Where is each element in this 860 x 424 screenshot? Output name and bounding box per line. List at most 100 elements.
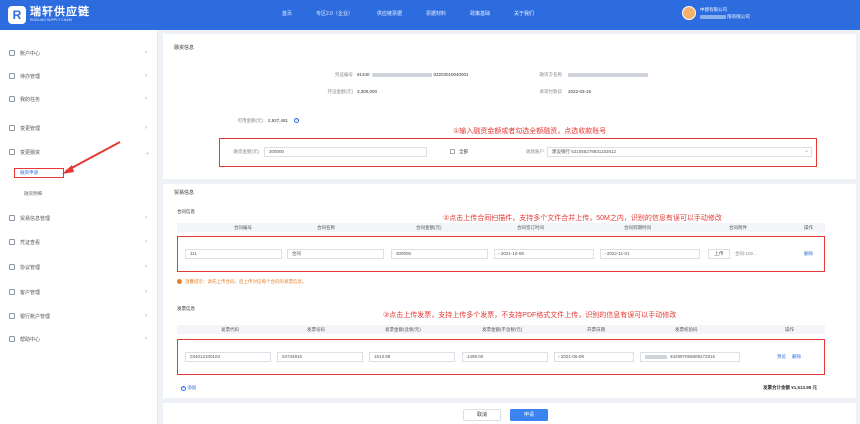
contract-header-no: 合同编号 [234, 225, 252, 230]
invoice-date-input[interactable]: ▫ 2021-06-09 [554, 352, 634, 362]
due-date: 2022-03-15 [568, 89, 592, 94]
nav-about[interactable]: 关于我们 [514, 10, 534, 17]
contract-header-name: 合同名称 [317, 225, 335, 230]
brand-name: 瑞轩供应链 [30, 6, 90, 19]
sidebar-item-help[interactable]: 帮助中心 › [0, 333, 158, 345]
sidebar-item-bank[interactable]: 银行账户管理 › [0, 310, 158, 322]
finance-amount-input[interactable]: 300000 [264, 147, 427, 157]
contract-end-date-input[interactable]: ▫ 2022-11-01 [600, 249, 700, 259]
annotation-arrow-icon [62, 141, 121, 174]
submit-button[interactable]: 申请 [510, 409, 548, 421]
invoice-code-input[interactable]: 034012100104 [185, 352, 271, 362]
contract-info-title: 合同信息 [177, 209, 195, 214]
annotation-step-3: ③点击上传发票，支持上传多个发票，不支持PDF格式文件上传，识别的信息有误可以手… [383, 312, 677, 319]
account-label: 收款账户 [526, 149, 544, 154]
sidebar-item-account[interactable]: 账户中心 › [0, 47, 158, 59]
voucher-icon [9, 239, 15, 245]
annotation-step-1: ①输入融资金额或者勾选全额融资，点选收款账号 [453, 128, 607, 135]
sidebar-item-tasks[interactable]: 我的任务 › [0, 93, 158, 105]
contract-delete-link[interactable]: 删除 [804, 251, 813, 257]
invoice-header-amount-notax: 发票金额(不含税/元) [482, 327, 523, 332]
avatar[interactable] [682, 6, 696, 20]
invoice-amount-tax-input[interactable]: 1513.98 [369, 352, 455, 362]
user-company: 中建有限公司 [700, 7, 727, 12]
sidebar-item-voucher[interactable]: 凭证查看 › [0, 236, 158, 248]
invoice-preview-link[interactable]: 预览 [777, 354, 786, 360]
account-select[interactable]: 建设银行 621055278831182612 [547, 147, 812, 157]
nav-bills[interactable]: 供应链票据 [377, 10, 402, 17]
contract-warning: 温馨提示：请先上传合同，后上传对应每个合同的发票信息。 [185, 279, 307, 284]
invoice-header-date: 开票日期 [587, 327, 605, 332]
sidebar-item-change[interactable]: 变更管理 › [0, 122, 158, 134]
nav-policy[interactable]: 政策基础 [470, 10, 490, 17]
sidebar-item-customer[interactable]: 客户管理 › [0, 286, 158, 298]
invoice-info-title: 发票信息 [177, 306, 195, 311]
help-icon [9, 336, 15, 342]
task-icon [9, 96, 15, 102]
nav-home[interactable]: 首页 [282, 10, 292, 17]
change-icon [9, 125, 15, 131]
plus-icon: + [181, 386, 186, 391]
sidebar-sub-apply[interactable]: 融资申请 [14, 168, 64, 178]
voucher-amount-label: 凭证金额(元) [327, 89, 354, 94]
user-icon [9, 50, 15, 56]
bank-icon [9, 313, 15, 319]
invoice-delete-link[interactable]: 删除 [792, 354, 801, 360]
cancel-button[interactable]: 取消 [463, 409, 501, 421]
top-navigation-bar: R 瑞轩供应链 RUIXUAN SUPPLY CHAIN 首页 专区2.0（企业… [0, 0, 860, 30]
contract-amount-input[interactable]: 300000 [391, 249, 488, 259]
invoice-header-no: 发票号码 [307, 327, 325, 332]
voucher-amount: 3,300,000 [357, 89, 378, 94]
sidebar-item-agreement[interactable]: 协议管理 › [0, 261, 158, 273]
full-amount-checkbox[interactable] [450, 149, 455, 154]
full-amount-label: 全部 [459, 149, 468, 154]
sidebar: 账户中心 › 待办管理 › 我的任务 › 变更管理 › 变更融资 ⌄ 融资申请 融资明细 … [0, 30, 158, 424]
invoice-header-amount-tax: 发票金额(含税/元) [385, 327, 421, 332]
chevron-right-icon: › [145, 336, 147, 342]
brand-logo[interactable]: R 瑞轩供应链 RUIXUAN SUPPLY CHAIN [8, 6, 90, 24]
warning-icon [177, 279, 182, 284]
contract-header-amount: 合同金额(元) [416, 225, 442, 230]
contract-no-input[interactable]: 111 [185, 249, 282, 259]
trade-icon [9, 215, 15, 221]
trade-section-title: 贸易信息 [174, 190, 195, 196]
customer-icon [9, 289, 15, 295]
invoice-total: 发票合计金额 ¥1,513.98 元 [763, 385, 818, 390]
contract-upload-button[interactable]: 上传 [708, 249, 730, 259]
logo-mark-icon: R [8, 6, 26, 24]
issuer-value [568, 72, 648, 77]
contract-header-sign-date: 合同签订时间 [517, 225, 544, 230]
voucher-no: 91340 02203010040001 [357, 72, 469, 77]
brand-subtitle: RUIXUAN SUPPLY CHAIN [30, 18, 73, 23]
todo-icon [9, 73, 15, 79]
chevron-right-icon: › [145, 73, 147, 79]
available-amount-label: 可用金额(元) [237, 118, 264, 123]
chevron-down-icon: ⌄ [145, 149, 151, 156]
chevron-right-icon: › [145, 125, 147, 131]
voucher-no-label: 凭证编号 [335, 72, 353, 77]
available-amount: 2,927,481 [268, 118, 289, 123]
contract-name-input[interactable]: 合同 [287, 249, 384, 259]
chevron-right-icon: › [145, 215, 147, 221]
main-nav: 首页 专区2.0（企业） 供应链票据 票据材料 政策基础 关于我们 [282, 10, 558, 17]
invoice-no-input[interactable]: 04734916 [277, 352, 363, 362]
chevron-right-icon: › [145, 96, 147, 102]
chevron-right-icon: › [145, 239, 147, 245]
help-icon[interactable]: ? [294, 117, 299, 123]
contract-sign-date-input[interactable]: ▫ 2021-10-08 [494, 249, 594, 259]
nav-materials[interactable]: 票据材料 [426, 10, 446, 17]
invoice-check-input[interactable]: 402997058809272916 [640, 352, 740, 362]
add-invoice-button[interactable]: + 添加 [181, 385, 196, 391]
main-content: 融资信息 凭证编号 91340 02203010040001 融资方名称 凭证金额… [163, 34, 856, 424]
sidebar-sub-detail[interactable]: 融资明细 [24, 191, 42, 197]
invoice-amount-notax-input[interactable]: 1499.00 [462, 352, 548, 362]
chevron-right-icon: › [145, 264, 147, 270]
user-company-suffix: 限有限公司 [727, 14, 750, 19]
issuer-label: 融资方名称 [539, 72, 563, 77]
contract-attachment-file[interactable]: 合同-102... [735, 251, 757, 257]
nav-zone[interactable]: 专区2.0（企业） [316, 10, 353, 17]
chevron-right-icon: › [145, 50, 147, 56]
user-menu[interactable]: 中建有限公司 限有限公司 [682, 6, 750, 20]
sidebar-item-trade[interactable]: 贸易信息管理 › [0, 212, 158, 224]
sidebar-item-todo[interactable]: 待办管理 › [0, 70, 158, 82]
